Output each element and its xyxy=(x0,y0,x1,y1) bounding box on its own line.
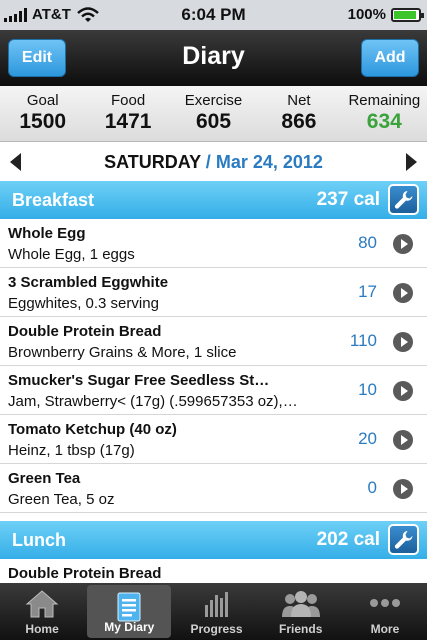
food-calories: 0 xyxy=(367,478,377,497)
date-value: Mar 24, 2012 xyxy=(215,152,323,172)
diary-icon xyxy=(117,592,141,622)
food-name: Double Protein Bread xyxy=(8,323,162,340)
food-entry-row[interactable]: Smucker's Sugar Free Seedless St… Jam, S… xyxy=(0,366,427,415)
tab-bar: Home My Diary Progress Friends More xyxy=(0,583,427,640)
wrench-icon xyxy=(394,190,412,209)
food-calories: 110 xyxy=(349,331,377,350)
food-name: Double Protein Bread xyxy=(8,565,162,582)
friends-icon xyxy=(281,591,320,617)
food-entry-row[interactable]: Green Tea Green Tea, 5 oz 0 xyxy=(0,464,427,513)
food-name: Whole Egg xyxy=(8,225,86,242)
summary-label: Goal xyxy=(26,92,59,109)
food-name: Green Tea xyxy=(8,470,81,487)
summary-goal: Goal 1500 xyxy=(0,86,85,141)
lunch-section-header: Lunch 202 cal xyxy=(0,521,427,559)
food-description: Green Tea, 5 oz xyxy=(8,491,115,508)
food-calories: 10 xyxy=(358,380,377,399)
detail-disclosure-icon[interactable] xyxy=(393,381,413,401)
food-description: Whole Egg, 1 eggs xyxy=(8,246,135,263)
section-calories: 202 cal xyxy=(316,529,380,550)
date-label[interactable]: SATURDAY / Mar 24, 2012 xyxy=(0,152,427,173)
navigation-bar: Edit Diary Add xyxy=(0,30,427,86)
detail-disclosure-icon[interactable] xyxy=(393,479,413,499)
section-title: Lunch xyxy=(12,530,66,550)
add-button[interactable]: Add xyxy=(361,39,419,77)
summary-label: Remaining xyxy=(348,92,421,109)
summary-exercise: Exercise 605 xyxy=(171,86,256,141)
food-name: Smucker's Sugar Free Seedless St… xyxy=(8,372,270,389)
food-entry-row[interactable]: 3 Scrambled Eggwhite Eggwhites, 0.3 serv… xyxy=(0,268,427,317)
summary-value: 634 xyxy=(366,110,402,133)
more-icon xyxy=(369,599,400,607)
tab-label: Friends xyxy=(279,622,323,636)
summary-net: Net 866 xyxy=(256,86,341,141)
battery-percent: 100% xyxy=(347,6,386,23)
summary-remaining: Remaining 634 xyxy=(342,86,427,141)
summary-label: Net xyxy=(287,92,311,109)
food-entry-row[interactable]: Tomato Ketchup (40 oz) Heinz, 1 tbsp (17… xyxy=(0,415,427,464)
detail-disclosure-icon[interactable] xyxy=(393,283,413,303)
food-entry-row[interactable]: Whole Egg Whole Egg, 1 eggs 80 xyxy=(0,219,427,268)
detail-disclosure-icon[interactable] xyxy=(393,234,413,254)
food-description: Eggwhites, 0.3 serving xyxy=(8,295,159,312)
summary-label: Food xyxy=(111,92,146,109)
tab-more[interactable]: More xyxy=(343,583,427,640)
next-day-arrow-icon[interactable] xyxy=(406,153,417,171)
lunch-options-button[interactable] xyxy=(388,524,419,555)
tab-label: More xyxy=(370,622,400,636)
wrench-icon xyxy=(394,530,412,549)
detail-disclosure-icon[interactable] xyxy=(393,332,413,352)
breakfast-section-header: Breakfast 237 cal xyxy=(0,181,427,219)
tab-friends[interactable]: Friends xyxy=(259,583,343,640)
date-selector: SATURDAY / Mar 24, 2012 xyxy=(0,143,427,181)
food-name: 3 Scrambled Eggwhite xyxy=(8,274,169,291)
home-icon xyxy=(25,590,59,618)
food-entry-row[interactable]: Double Protein Bread Brownberry Grains &… xyxy=(0,317,427,366)
progress-icon xyxy=(204,592,228,617)
section-calories: 237 cal xyxy=(316,189,380,210)
detail-disclosure-icon[interactable] xyxy=(393,430,413,450)
food-description: Brownberry Grains & More, 1 slice xyxy=(8,344,237,361)
battery-icon xyxy=(391,7,424,22)
food-description: Heinz, 1 tbsp (17g) xyxy=(8,442,135,459)
status-bar: AT&T 6:04 PM 100% xyxy=(0,0,427,30)
section-title: Breakfast xyxy=(12,190,95,210)
tab-label: Progress xyxy=(190,622,243,636)
date-day: SATURDAY xyxy=(104,152,201,172)
food-description: Jam, Strawberry< (17g) (.599657353 oz),… xyxy=(8,393,298,410)
summary-value: 866 xyxy=(281,110,317,133)
breakfast-options-button[interactable] xyxy=(388,184,419,215)
app-screen: AT&T 6:04 PM 100% Edit Diary Add Goal 15… xyxy=(0,0,427,640)
summary-value: 1500 xyxy=(19,110,67,133)
food-calories: 80 xyxy=(358,233,377,252)
status-right: 100% xyxy=(347,6,424,23)
calorie-summary: Goal 1500 Food 1471 Exercise 605 Net 866… xyxy=(0,86,427,142)
food-calories: 20 xyxy=(358,429,377,448)
tab-home[interactable]: Home xyxy=(0,583,84,640)
tab-label: My Diary xyxy=(104,620,155,634)
summary-label: Exercise xyxy=(184,92,243,109)
food-name: Tomato Ketchup (40 oz) xyxy=(8,421,177,438)
summary-food: Food 1471 xyxy=(85,86,170,141)
date-separator: / xyxy=(205,152,211,172)
tab-my-diary[interactable]: My Diary xyxy=(87,585,172,638)
summary-value: 605 xyxy=(195,110,232,133)
food-calories: 17 xyxy=(358,282,377,301)
tab-label: Home xyxy=(25,622,59,636)
summary-value: 1471 xyxy=(104,110,152,133)
tab-progress[interactable]: Progress xyxy=(174,583,258,640)
